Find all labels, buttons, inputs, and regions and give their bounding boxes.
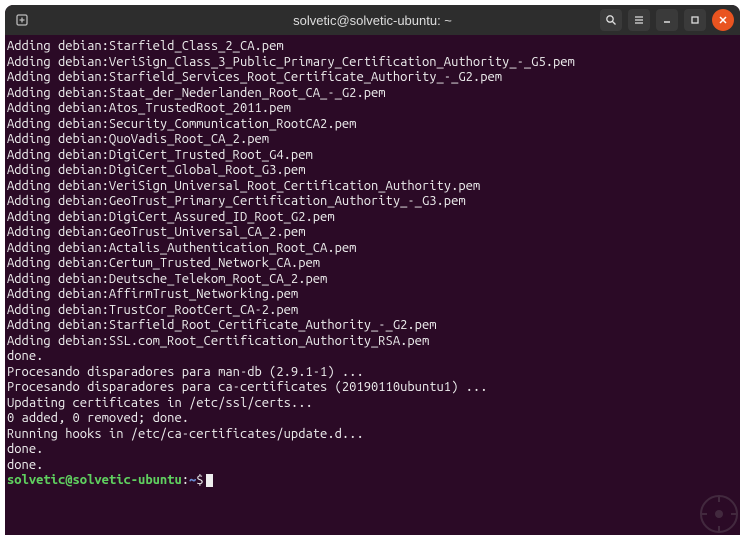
minimize-icon bbox=[661, 14, 673, 26]
hamburger-icon bbox=[633, 14, 645, 26]
terminal-line: Adding debian:VeriSign_Class_3_Public_Pr… bbox=[7, 55, 738, 71]
terminal-viewport[interactable]: Adding debian:Starfield_Class_2_CA.pemAd… bbox=[5, 35, 740, 535]
terminal-line: Adding debian:QuoVadis_Root_CA_2.pem bbox=[7, 132, 738, 148]
terminal-line: Adding debian:TrustCor_RootCert_CA-2.pem bbox=[7, 303, 738, 319]
terminal-line: Adding debian:Starfield_Root_Certificate… bbox=[7, 318, 738, 334]
minimize-button[interactable] bbox=[656, 9, 678, 31]
terminal-line: Adding debian:Certum_Trusted_Network_CA.… bbox=[7, 256, 738, 272]
terminal-line: done. bbox=[7, 442, 738, 458]
close-button[interactable] bbox=[712, 9, 734, 31]
terminal-line: Adding debian:VeriSign_Universal_Root_Ce… bbox=[7, 179, 738, 195]
new-tab-button[interactable] bbox=[11, 9, 33, 31]
maximize-icon bbox=[689, 14, 701, 26]
menu-button[interactable] bbox=[628, 9, 650, 31]
terminal-line: Adding debian:Staat_der_Nederlanden_Root… bbox=[7, 86, 738, 102]
terminal-window: solvetic@solvetic-ubuntu: ~ Adding debia… bbox=[5, 5, 740, 535]
close-icon bbox=[718, 15, 728, 25]
terminal-line: Adding debian:Atos_TrustedRoot_2011.pem bbox=[7, 101, 738, 117]
terminal-line: Updating certificates in /etc/ssl/certs.… bbox=[7, 396, 738, 412]
search-button[interactable] bbox=[600, 9, 622, 31]
terminal-line: Adding debian:Security_Communication_Roo… bbox=[7, 117, 738, 133]
maximize-button[interactable] bbox=[684, 9, 706, 31]
terminal-line: Adding debian:Deutsche_Telekom_Root_CA_2… bbox=[7, 272, 738, 288]
prompt-colon: : bbox=[182, 473, 189, 487]
terminal-line: Procesando disparadores para man-db (2.9… bbox=[7, 365, 738, 381]
prompt-at: @ bbox=[65, 473, 72, 487]
terminal-line: Adding debian:GeoTrust_Primary_Certifica… bbox=[7, 194, 738, 210]
terminal-line: Adding debian:Starfield_Services_Root_Ce… bbox=[7, 70, 738, 86]
terminal-line: Adding debian:Starfield_Class_2_CA.pem bbox=[7, 39, 738, 55]
terminal-line: done. bbox=[7, 349, 738, 365]
search-icon bbox=[605, 14, 617, 26]
prompt-line[interactable]: solvetic@solvetic-ubuntu:~$ bbox=[7, 473, 738, 489]
prompt-sigil: $ bbox=[196, 473, 203, 487]
terminal-line: Adding debian:SSL.com_Root_Certification… bbox=[7, 334, 738, 350]
terminal-line: 0 added, 0 removed; done. bbox=[7, 411, 738, 427]
terminal-line: Procesando disparadores para ca-certific… bbox=[7, 380, 738, 396]
terminal-line: Adding debian:Actalis_Authentication_Roo… bbox=[7, 241, 738, 257]
terminal-line: Adding debian:DigiCert_Trusted_Root_G4.p… bbox=[7, 148, 738, 164]
terminal-line: Adding debian:DigiCert_Global_Root_G3.pe… bbox=[7, 163, 738, 179]
window-title: solvetic@solvetic-ubuntu: ~ bbox=[161, 13, 584, 28]
prompt-host: solvetic-ubuntu bbox=[73, 473, 182, 487]
titlebar: solvetic@solvetic-ubuntu: ~ bbox=[5, 5, 740, 35]
terminal-line: Adding debian:AffirmTrust_Networking.pem bbox=[7, 287, 738, 303]
cursor bbox=[206, 474, 213, 487]
terminal-line: Adding debian:DigiCert_Assured_ID_Root_G… bbox=[7, 210, 738, 226]
terminal-line: done. bbox=[7, 458, 738, 474]
prompt-user: solvetic bbox=[7, 473, 65, 487]
terminal-line: Adding debian:GeoTrust_Universal_CA_2.pe… bbox=[7, 225, 738, 241]
terminal-line: Running hooks in /etc/ca-certificates/up… bbox=[7, 427, 738, 443]
